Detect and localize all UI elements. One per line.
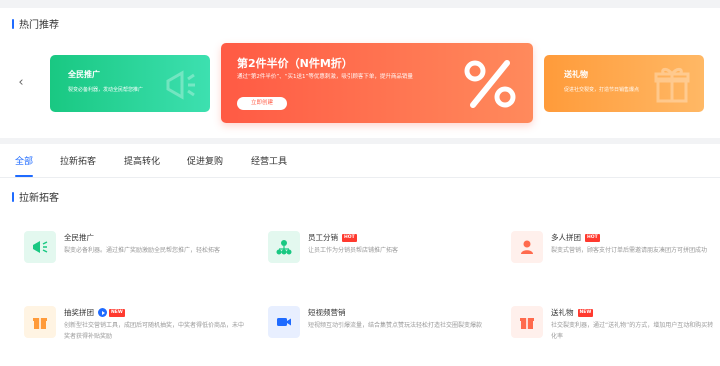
tool-name: 员工分销 HOT — [308, 232, 357, 243]
card-desc: 通过“第2件半价”、“买1送1”等优惠刺激，吸引顾客下单，提升商品销量 — [237, 74, 413, 80]
tool-name-text: 员工分销 — [308, 233, 338, 242]
marketing-center-page: 热门推荐 ‹ 全民推广 裂变必备利器，发动全民帮您推广 第2件半价（N件M折） … — [0, 0, 720, 366]
acquire-section-title: 拉新拓客 — [12, 189, 59, 204]
tool-name: 短视频营销 — [308, 307, 346, 318]
org-chart-icon — [268, 231, 300, 263]
tool-name-text: 短视频营销 — [308, 308, 346, 317]
group-users-icon — [511, 231, 543, 263]
tab-acquire-customers[interactable]: 拉新拓客 — [60, 154, 96, 167]
tool-name-text: 抽奖拼团 — [64, 308, 94, 317]
gift-icon — [511, 306, 543, 338]
tool-desc: 创新型社交营销工具，成团后可随机抽奖，中奖者得低价商品，未中奖者获得补贴奖励 — [64, 322, 245, 340]
video-camera-icon — [268, 306, 300, 338]
megaphone-icon — [24, 231, 56, 263]
gift-icon — [654, 67, 690, 103]
tool-lottery-group[interactable]: 抽奖拼团 NEW 创新型社交营销工具，成团后可随机抽奖，中奖者得低价商品，未中奖… — [24, 306, 244, 350]
hot-section-title: 热门推荐 — [12, 16, 59, 31]
tool-name: 多人拼团 HOT — [551, 232, 600, 243]
tool-desc: 裂变必备利器。通过推广奖励激励全民帮您推广，轻松拓客 — [64, 247, 221, 254]
tool-name-text: 送礼物 — [551, 308, 574, 317]
tool-name-text: 多人拼团 — [551, 233, 581, 242]
title-bar — [12, 191, 14, 202]
card-title: 全民推广 — [68, 70, 100, 79]
tab-all[interactable]: 全部 — [15, 154, 33, 167]
tool-send-gift[interactable]: 送礼物 NEW 社交裂变利器，通过“送礼物”的方式，增加用户互动和购买转化率 — [511, 306, 720, 350]
tool-desc: 让员工作为分销员帮店铺推广拓客 — [308, 247, 399, 254]
card-title: 第2件半价（N件M折） — [237, 57, 353, 70]
section-divider — [0, 138, 720, 144]
tool-short-video[interactable]: 短视频营销 短视频互动引爆流量，结合集赞点赞玩法轻松打造社交圈裂变爆款 — [268, 306, 488, 350]
tool-group-buy[interactable]: 多人拼团 HOT 裂变式营销，顾客支付订单后需邀请朋友凑团方可拼团成功 — [511, 231, 720, 275]
top-strip — [0, 0, 720, 8]
category-tabs: 全部 拉新拓客 提高转化 促进复购 经营工具 — [0, 150, 720, 178]
carousel-card-second-half-price[interactable]: 第2件半价（N件M折） 通过“第2件半价”、“买1送1”等优惠刺激，吸引顾客下单… — [221, 43, 533, 123]
hot-badge: HOT — [585, 233, 600, 242]
megaphone-icon — [166, 70, 195, 100]
card-title: 送礼物 — [564, 70, 588, 79]
tab-promote-repurchase[interactable]: 促进复购 — [187, 154, 223, 167]
video-play-icon — [98, 308, 107, 317]
acquire-section-label: 拉新拓客 — [19, 193, 59, 204]
tool-name: 送礼物 NEW — [551, 307, 594, 318]
hot-badge: HOT — [342, 233, 357, 242]
title-bar — [12, 18, 14, 29]
new-badge: NEW — [109, 308, 125, 317]
percent-icon — [464, 60, 516, 108]
tab-improve-conversion[interactable]: 提高转化 — [124, 154, 160, 167]
tool-desc: 社交裂变利器，通过“送礼物”的方式，增加用户互动和购买转化率 — [551, 322, 714, 340]
tab-business-tools[interactable]: 经营工具 — [251, 154, 287, 167]
carousel-card-gift[interactable]: 送礼物 促进社交裂变，打造节日销售爆点 — [544, 55, 704, 112]
hot-section-label: 热门推荐 — [19, 20, 59, 31]
tool-desc: 短视频互动引爆流量，结合集赞点赞玩法轻松打造社交圈裂变爆款 — [308, 322, 483, 329]
tool-quanmin-tuiguang[interactable]: 全民推广 裂变必备利器。通过推广奖励激励全民帮您推广，轻松拓客 — [24, 231, 244, 275]
create-now-button[interactable]: 立即创建 — [237, 97, 287, 110]
tool-name-text: 全民推广 — [64, 233, 94, 242]
tool-name: 全民推广 — [64, 232, 94, 243]
carousel-card-quanmin[interactable]: 全民推广 裂变必备利器，发动全民帮您推广 — [50, 55, 210, 112]
active-tab-indicator — [15, 175, 33, 177]
gift-box-icon — [24, 306, 56, 338]
tool-name: 抽奖拼团 NEW — [64, 307, 125, 318]
tool-desc: 裂变式营销，顾客支付订单后需邀请朋友凑团方可拼团成功 — [551, 247, 708, 254]
carousel-prev-arrow-icon[interactable]: ‹ — [14, 76, 28, 90]
new-badge: NEW — [577, 308, 594, 317]
tool-employee-distribution[interactable]: 员工分销 HOT 让员工作为分销员帮店铺推广拓客 — [268, 231, 488, 275]
